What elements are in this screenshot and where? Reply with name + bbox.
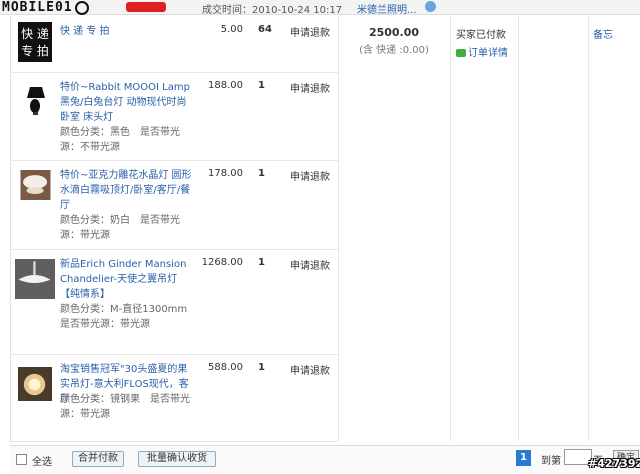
memo-link[interactable]: 备忘 xyxy=(593,26,613,41)
divider xyxy=(588,16,589,441)
order-total: 2500.00 (含 快递 :0.00) xyxy=(344,26,444,56)
item-qty: 64 xyxy=(258,24,272,35)
item-title[interactable]: 特价~亚克力雕花水晶灯 圆形水滴白霧吸顶灯/卧室/客厅/餐厅 xyxy=(60,168,195,213)
redacted-mark xyxy=(126,2,166,12)
crystal-lamp-thumb[interactable] xyxy=(18,170,53,200)
refund-link[interactable]: 申请退款 xyxy=(290,362,330,377)
page-current[interactable]: 1 xyxy=(516,450,531,466)
order-item: 特价~Rabbit MOOOI Lamp 黑兔/白兔台灯 动物现代时尚卧室 床头… xyxy=(10,72,338,161)
refund-link[interactable]: 申请退款 xyxy=(290,168,330,183)
goto-label: 到第 xyxy=(541,456,561,467)
merge-pay-button[interactable]: 合并付款 xyxy=(72,451,124,467)
order-item: 淘宝销售冠军"30头盛夏的果实吊灯-意大利FLOS现代，客厅 颜色分类：镜钢果 … xyxy=(10,354,338,442)
deal-time: 成交时间：2010-10-24 10:17 xyxy=(202,5,343,16)
divider xyxy=(450,16,451,441)
fruit-lamp-thumb[interactable] xyxy=(18,364,52,404)
item-price: 5.00 xyxy=(220,24,243,35)
watermark: #427392 xyxy=(588,457,640,470)
site-logo: MOBILE01 xyxy=(2,0,89,15)
item-qty: 1 xyxy=(258,168,265,179)
shop-name-link[interactable]: 米德兰照明... xyxy=(357,1,417,16)
item-price: 1268.00 xyxy=(201,257,243,268)
order-item: 特价~亚克力雕花水晶灯 圆形水滴白霧吸顶灯/卧室/客厅/餐厅 颜色分类：奶白 是… xyxy=(10,160,338,250)
item-spec: 颜色分类：黑色 是否带光源：不带光源 xyxy=(60,127,180,153)
rabbit-lamp-thumb[interactable] xyxy=(18,82,53,117)
order-detail-link[interactable]: 订单详情 xyxy=(456,44,508,59)
item-spec: 颜色分类：M-直径1300mm 是否带光源：带光源 xyxy=(60,304,198,330)
batch-confirm-button[interactable]: 批量确认收货 xyxy=(138,451,216,467)
wangwang-icon[interactable] xyxy=(425,1,436,12)
chandelier-thumb[interactable] xyxy=(14,259,56,299)
refund-link[interactable]: 申请退款 xyxy=(290,257,330,272)
select-all-label: 全选 xyxy=(32,457,52,468)
item-price: 178.00 xyxy=(208,168,243,179)
refund-link[interactable]: 申请退款 xyxy=(290,80,330,95)
item-spec: 颜色分类：奶白 是否带光源：带光源 xyxy=(60,215,180,241)
top-bar: MOBILE01 成交时间：2010-10-24 10:17 米德兰照明... xyxy=(0,0,640,16)
total-amount: 2500.00 xyxy=(368,26,420,39)
item-title[interactable]: 快 递 专 拍 xyxy=(60,24,195,39)
item-price: 588.00 xyxy=(208,362,243,373)
select-all-checkbox[interactable] xyxy=(16,454,27,465)
order-item: 新品Erich Ginder Mansion Chandelier-天使之翼吊灯… xyxy=(10,249,338,355)
footer-bar: 全选 合并付款 批量确认收货 1 到第 页 确定 xyxy=(10,445,640,474)
item-price: 188.00 xyxy=(208,80,243,91)
chat-icon xyxy=(456,49,466,57)
refund-link[interactable]: 申请退款 xyxy=(290,24,330,39)
status-text: 买家已付款 xyxy=(456,30,506,41)
express-badge: 快 递专 拍 xyxy=(18,22,52,62)
shipping-fee: (含 快递 :0.00) xyxy=(359,45,429,56)
order-status: 买家已付款 订单详情 xyxy=(456,26,508,59)
divider xyxy=(518,16,519,441)
order-item: 快 递专 拍 快 递 专 拍 5.00 64 申请退款 xyxy=(10,16,338,73)
item-title[interactable]: 新品Erich Ginder Mansion Chandelier-天使之翼吊灯… xyxy=(60,257,195,302)
item-qty: 1 xyxy=(258,362,265,373)
item-spec: 颜色分类：镜钢果 是否带光源：带光源 xyxy=(60,394,190,420)
item-qty: 1 xyxy=(258,80,265,91)
divider xyxy=(338,16,339,441)
item-title[interactable]: 特价~Rabbit MOOOI Lamp 黑兔/白兔台灯 动物现代时尚卧室 床头… xyxy=(60,80,195,125)
item-qty: 1 xyxy=(258,257,265,268)
logo-icon xyxy=(74,0,89,15)
